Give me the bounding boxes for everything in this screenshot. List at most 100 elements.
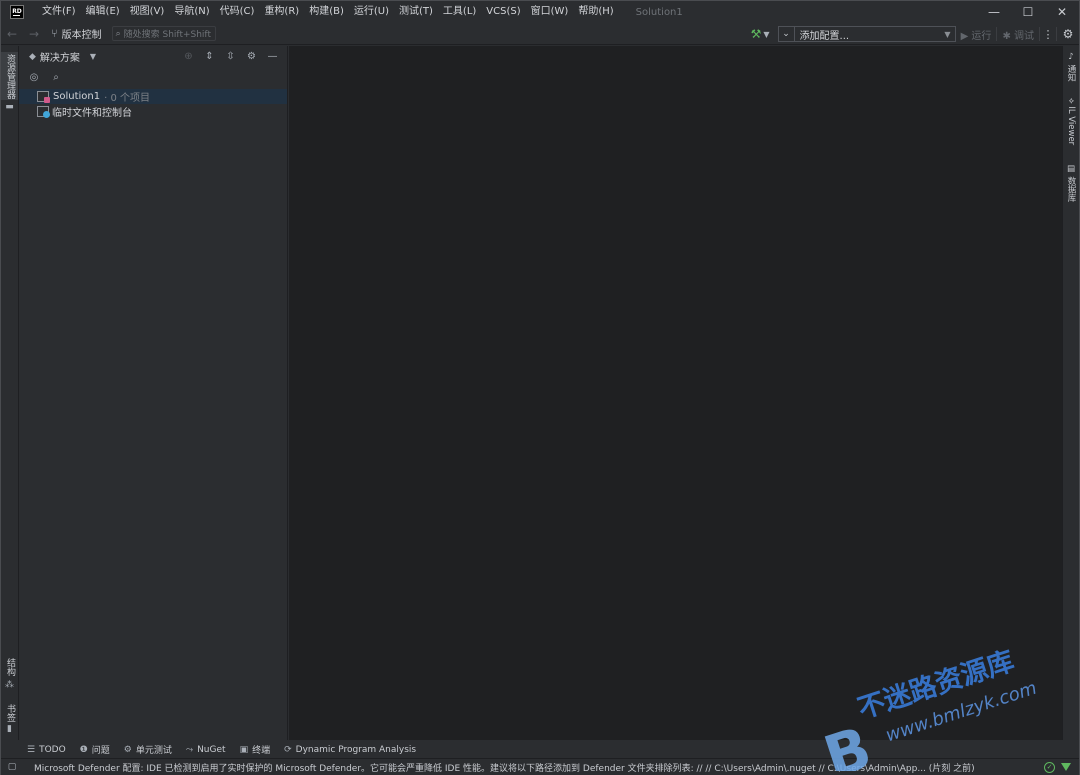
- tab-label: 问题: [91, 746, 110, 756]
- tab-nuget[interactable]: ⤳ NuGet: [186, 745, 226, 755]
- toggle-tool-windows-icon[interactable]: ▢: [3, 762, 21, 772]
- rider-logo-icon[interactable]: RD: [10, 5, 24, 19]
- status-right: ✓: [1044, 759, 1071, 775]
- notifications-label: 通知: [1066, 64, 1076, 82]
- expand-all-icon[interactable]: ⇕: [199, 51, 220, 62]
- editor-area[interactable]: [289, 46, 1063, 740]
- chevron-down-icon: ⌄: [779, 27, 795, 41]
- build-dropdown-icon[interactable]: ▼: [763, 30, 769, 39]
- tab-label: TODO: [39, 744, 66, 755]
- menu-build[interactable]: 构建(B): [304, 1, 349, 23]
- menu-run[interactable]: 运行(U): [349, 1, 394, 23]
- back-arrow-icon[interactable]: ←: [1, 27, 23, 41]
- toolbar-right: ⚒ ▼ ⌄ 添加配置... ▼ ▶ 运行 ✱ 调试 ⋮ ⚙: [751, 23, 1079, 45]
- tab-terminal[interactable]: ▣ 终端: [239, 743, 271, 757]
- search-icon[interactable]: ⌕: [45, 72, 67, 83]
- menu-refactor[interactable]: 重构(R): [259, 1, 304, 23]
- target-icon[interactable]: ⊕: [178, 51, 199, 62]
- notification-triangle-icon[interactable]: [1061, 763, 1071, 771]
- run-configuration-select[interactable]: ⌄ 添加配置... ▼: [777, 26, 956, 42]
- tree-node-label: Solution1: [53, 91, 101, 102]
- panel-header: ◆ 解决方案 ▼ ⊕ ⇕ ⇳ ⚙ —: [19, 46, 287, 67]
- notifications-tool-tab[interactable]: ♪ 通知: [1063, 52, 1079, 82]
- tab-label: NuGet: [197, 744, 226, 755]
- gear-icon[interactable]: ⚙: [241, 51, 262, 62]
- status-bar: ▢ Microsoft Defender 配置: IDE 已检测到启用了实时保护…: [1, 758, 1079, 775]
- main-toolbar: ← → ⑂ 版本控制 ⌕ 随处搜索 Shift+Shift ⚒ ▼ ⌄ 添加配置…: [1, 23, 1079, 45]
- tab-unit-tests[interactable]: ⚙ 单元测试: [123, 743, 172, 757]
- tree-node-solution[interactable]: Solution1 · 0 个项目: [19, 89, 287, 104]
- explorer-view-selector[interactable]: ◆ 解决方案 ▼: [29, 49, 97, 65]
- debug-label: 调试: [1014, 30, 1034, 42]
- main-menu: 文件(F) 编辑(E) 视图(V) 导航(N) 代码(C) 重构(R) 构建(B…: [37, 1, 619, 23]
- il-viewer-tool-tab[interactable]: ⟡ IL Viewer: [1063, 98, 1079, 145]
- menu-navigate[interactable]: 导航(N): [169, 1, 214, 23]
- forward-arrow-icon[interactable]: →: [23, 27, 45, 41]
- menu-view[interactable]: 视图(V): [125, 1, 170, 23]
- panel-tools: ⊕ ⇕ ⇳ ⚙ —: [178, 46, 283, 67]
- build-hammer-icon[interactable]: ⚒: [751, 27, 762, 41]
- tab-dynamic-program-analysis[interactable]: ⟳ Dynamic Program Analysis: [284, 745, 416, 755]
- search-icon: ⌕: [115, 28, 121, 39]
- config-label: 添加配置...: [799, 30, 850, 42]
- vcs-button[interactable]: ⑂ 版本控制: [51, 26, 102, 41]
- menu-tests[interactable]: 测试(T): [394, 1, 438, 23]
- menu-code[interactable]: 代码(C): [215, 1, 260, 23]
- tab-label: Dynamic Program Analysis: [295, 744, 417, 755]
- show-all-files-icon[interactable]: ◎: [23, 72, 45, 83]
- scratches-icon: [37, 106, 50, 118]
- bookmarks-tool-tab[interactable]: 书签: [1, 700, 18, 726]
- menu-vcs[interactable]: VCS(S): [481, 1, 525, 23]
- menu-edit[interactable]: 编辑(E): [81, 1, 125, 23]
- structure-icon[interactable]: ⁂: [1, 680, 18, 690]
- database-icon: ▤: [1066, 164, 1076, 177]
- maximize-button[interactable]: ☐: [1011, 1, 1045, 23]
- menu-help[interactable]: 帮助(H): [573, 1, 618, 23]
- database-tool-tab[interactable]: ▤ 数据库: [1063, 164, 1079, 202]
- bookmark-icon[interactable]: ▮: [1, 724, 18, 734]
- window-title: Solution1: [635, 6, 683, 18]
- search-everywhere-field[interactable]: ⌕ 随处搜索 Shift+Shift: [111, 26, 216, 41]
- status-message[interactable]: Microsoft Defender 配置: IDE 已检测到启用了实时保护的 …: [34, 761, 1024, 774]
- unit-test-icon: ⚙: [123, 744, 132, 755]
- title-bar: RD 文件(F) 编辑(E) 视图(V) 导航(N) 代码(C) 重构(R) 构…: [1, 1, 1079, 23]
- il-viewer-label: IL Viewer: [1066, 106, 1076, 146]
- list-icon: ☰: [27, 744, 36, 755]
- menu-tools[interactable]: 工具(L): [438, 1, 481, 23]
- explorer-subtoolbar: ◎ ⌕: [19, 67, 287, 88]
- bug-icon: ✱: [1002, 30, 1014, 42]
- right-tool-stripe: ♪ 通知 ⟡ IL Viewer ▤ 数据库: [1062, 46, 1079, 740]
- terminal-icon: ▣: [239, 744, 249, 755]
- bell-icon: ♪: [1066, 52, 1076, 65]
- solution-icon: [37, 91, 50, 103]
- analysis-icon: ⟳: [284, 744, 292, 755]
- tree-node-label: 临时文件和控制台: [52, 108, 132, 119]
- folder-icon[interactable]: ▬: [1, 102, 18, 112]
- tab-problems[interactable]: ❶ 问题: [80, 743, 110, 757]
- tab-label: 终端: [252, 746, 271, 756]
- hide-panel-icon[interactable]: —: [262, 51, 283, 62]
- more-actions-icon[interactable]: ⋮: [1040, 28, 1056, 41]
- ide-window: RD 文件(F) 编辑(E) 视图(V) 导航(N) 代码(C) 重构(R) 构…: [0, 0, 1080, 775]
- chevron-down-icon: ▼: [89, 52, 97, 61]
- tree-node-scratches[interactable]: 临时文件和控制台: [19, 104, 287, 119]
- close-button[interactable]: ✕: [1045, 1, 1079, 23]
- bottom-tool-tabs: ☰ TODO ❶ 问题 ⚙ 单元测试 ⤳ NuGet ▣ 终端 ⟳ Dynamic Prog…: [19, 741, 1063, 758]
- menu-file[interactable]: 文件(F): [37, 1, 81, 23]
- tab-todo[interactable]: ☰ TODO: [27, 745, 66, 755]
- search-placeholder: 随处搜索 Shift+Shift: [123, 30, 211, 40]
- solution-explorer-panel: ◆ 解决方案 ▼ ⊕ ⇕ ⇳ ⚙ — ◎ ⌕ Solution1 · 0 个项目: [19, 46, 288, 740]
- structure-tool-tab[interactable]: 结构: [1, 654, 18, 680]
- explorer-tool-tab[interactable]: 资源管理器: [1, 52, 18, 100]
- minimize-button[interactable]: —: [977, 1, 1011, 23]
- solution-tree: Solution1 · 0 个项目 临时文件和控制台: [19, 89, 287, 119]
- database-label: 数据库: [1066, 176, 1076, 203]
- left-tool-stripe: 资源管理器 ▬ 结构 ⁂ 书签 ▮: [1, 46, 19, 740]
- debug-button[interactable]: ✱ 调试: [997, 27, 1039, 42]
- window-controls: — ☐ ✕: [977, 1, 1079, 23]
- check-ok-icon[interactable]: ✓: [1044, 761, 1055, 773]
- menu-window[interactable]: 窗口(W): [526, 1, 574, 23]
- run-button[interactable]: ▶ 运行: [956, 27, 997, 42]
- collapse-all-icon[interactable]: ⇳: [220, 51, 241, 62]
- settings-gear-icon[interactable]: ⚙: [1057, 27, 1079, 41]
